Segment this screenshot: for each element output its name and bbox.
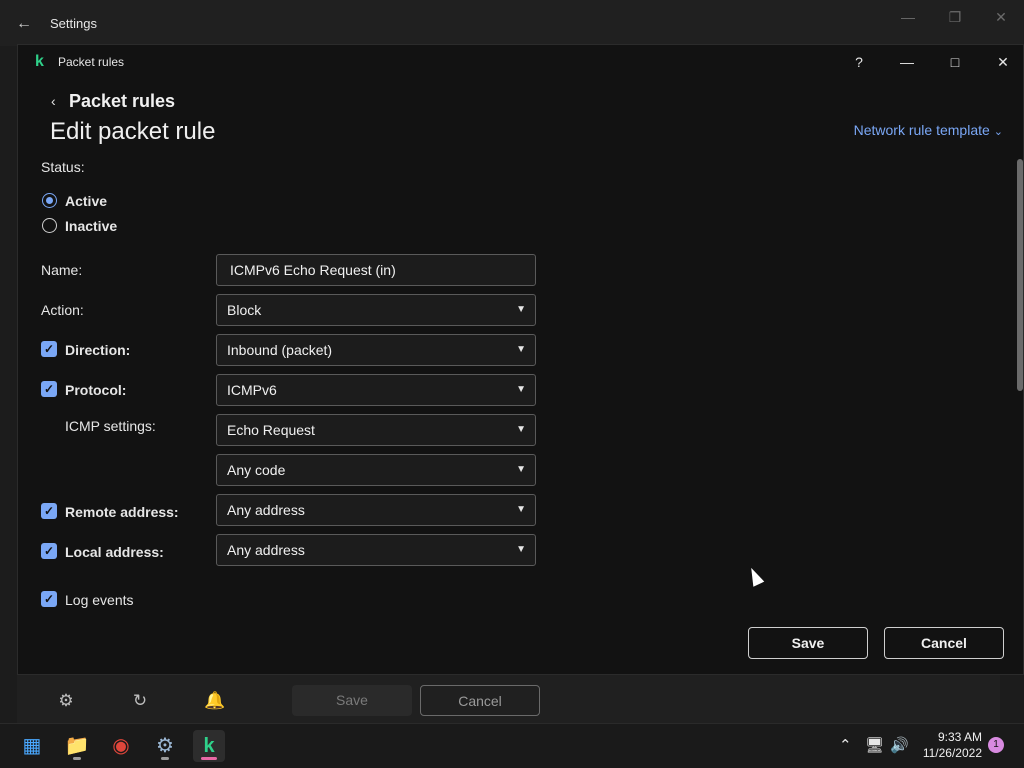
status-label: Status:: [41, 159, 85, 175]
icmp-type-select[interactable]: Echo Request ▼: [216, 414, 536, 446]
protocol-checkbox[interactable]: ✓: [41, 381, 57, 397]
direction-value: Inbound (packet): [227, 342, 333, 358]
direction-select[interactable]: Inbound (packet) ▼: [216, 334, 536, 366]
scrollbar[interactable]: [1017, 159, 1023, 391]
direction-label: Direction:: [65, 342, 131, 358]
icmp-code-value: Any code: [227, 462, 286, 478]
icmp-type-value: Echo Request: [227, 422, 315, 438]
dialog-title: Packet rules: [58, 55, 125, 69]
minimize-icon[interactable]: —: [893, 8, 923, 26]
cancel-button[interactable]: Cancel: [884, 627, 1004, 659]
restore-icon[interactable]: ❐: [940, 8, 970, 26]
direction-checkbox[interactable]: ✓: [41, 341, 57, 357]
page-title: Edit packet rule: [50, 118, 216, 145]
footer-cancel-button[interactable]: Cancel: [420, 685, 540, 716]
volume-icon[interactable]: 🔊: [890, 736, 909, 754]
chevron-down-icon: ▼: [516, 304, 526, 315]
chevron-up-icon[interactable]: ⌃: [839, 736, 852, 754]
chevron-down-icon: ▼: [516, 344, 526, 355]
packet-rules-dialog: k Packet rules ? — □ ✕ ‹ Packet rules Ed…: [17, 44, 1024, 675]
chevron-down-icon: ▼: [516, 464, 526, 475]
app-footer: ⚙ ↻ 🔔 Save Cancel: [17, 675, 1000, 723]
protocol-value: ICMPv6: [227, 382, 277, 398]
running-indicator: [161, 757, 169, 760]
remote-address-value: Any address: [227, 502, 305, 518]
taskbar: ▦ 📁 ◉ ⚙ k ⌃ 🖥 🔊 9:33 AM 11/26/2022 1: [0, 723, 1024, 768]
network-rule-template-link[interactable]: Network rule template ⌄: [854, 122, 1003, 138]
support-icon[interactable]: ↻: [130, 691, 150, 711]
gear-icon[interactable]: ⚙: [56, 691, 76, 711]
radio-active[interactable]: [42, 193, 57, 208]
template-link-label: Network rule template: [853, 122, 990, 138]
clock[interactable]: 9:33 AM 11/26/2022: [923, 729, 982, 761]
local-address-checkbox[interactable]: ✓: [41, 543, 57, 559]
save-button[interactable]: Save: [748, 627, 868, 659]
network-icon[interactable]: 🖥: [865, 736, 884, 754]
settings-titlebar: ← Settings — ❐ ✕: [0, 0, 1024, 46]
help-button[interactable]: ?: [846, 52, 872, 72]
name-label: Name:: [41, 262, 83, 278]
local-address-value: Any address: [227, 542, 305, 558]
chevron-down-icon: ▼: [516, 384, 526, 395]
clock-time: 9:33 AM: [937, 730, 982, 744]
minimize-icon[interactable]: —: [894, 52, 920, 72]
notification-badge[interactable]: 1: [988, 737, 1004, 753]
chevron-down-icon: ▼: [516, 504, 526, 515]
protocol-label: Protocol:: [65, 382, 127, 398]
footer-save-button[interactable]: Save: [292, 685, 412, 716]
radio-active-label[interactable]: Active: [65, 193, 107, 209]
radio-inactive-label[interactable]: Inactive: [65, 218, 117, 234]
chevron-down-icon: ⌄: [993, 126, 1003, 138]
notification-bell-icon[interactable]: 🔔: [204, 691, 225, 711]
back-arrow-icon[interactable]: ←: [14, 14, 34, 34]
action-label: Action:: [41, 302, 84, 318]
dialog-titlebar: k Packet rules ? — □ ✕: [18, 45, 1023, 79]
settings-title: Settings: [50, 16, 97, 31]
log-events-checkbox[interactable]: ✓: [41, 591, 57, 607]
kaspersky-logo-icon: k: [35, 53, 44, 70]
radio-inactive[interactable]: [42, 218, 57, 233]
remote-address-checkbox[interactable]: ✓: [41, 503, 57, 519]
clock-date: 11/26/2022: [922, 746, 982, 760]
close-icon[interactable]: ✕: [986, 8, 1016, 26]
local-address-label: Local address:: [65, 544, 164, 560]
chrome-icon[interactable]: ◉: [105, 730, 137, 762]
maximize-icon[interactable]: □: [942, 52, 968, 72]
action-select[interactable]: Block ▼: [216, 294, 536, 326]
windows-start-icon[interactable]: ▦: [16, 730, 48, 762]
file-explorer-icon[interactable]: 📁: [61, 730, 93, 762]
chevron-down-icon: ▼: [516, 424, 526, 435]
chevron-left-icon[interactable]: ‹: [51, 93, 56, 109]
name-input[interactable]: ICMPv6 Echo Request (in): [216, 254, 536, 286]
breadcrumb[interactable]: Packet rules: [69, 91, 175, 112]
running-indicator: [73, 757, 81, 760]
remote-address-select[interactable]: Any address ▼: [216, 494, 536, 526]
action-value: Block: [227, 302, 262, 318]
kaspersky-app-icon[interactable]: k: [193, 730, 225, 762]
chevron-down-icon: ▼: [516, 544, 526, 555]
close-icon[interactable]: ✕: [990, 52, 1016, 72]
active-indicator: [201, 757, 217, 760]
protocol-select[interactable]: ICMPv6 ▼: [216, 374, 536, 406]
icmp-settings-label: ICMP settings:: [65, 418, 156, 434]
icmp-code-select[interactable]: Any code ▼: [216, 454, 536, 486]
log-events-label[interactable]: Log events: [65, 592, 134, 608]
local-address-select[interactable]: Any address ▼: [216, 534, 536, 566]
settings-gear-icon[interactable]: ⚙: [149, 730, 181, 762]
remote-address-label: Remote address:: [65, 504, 179, 520]
